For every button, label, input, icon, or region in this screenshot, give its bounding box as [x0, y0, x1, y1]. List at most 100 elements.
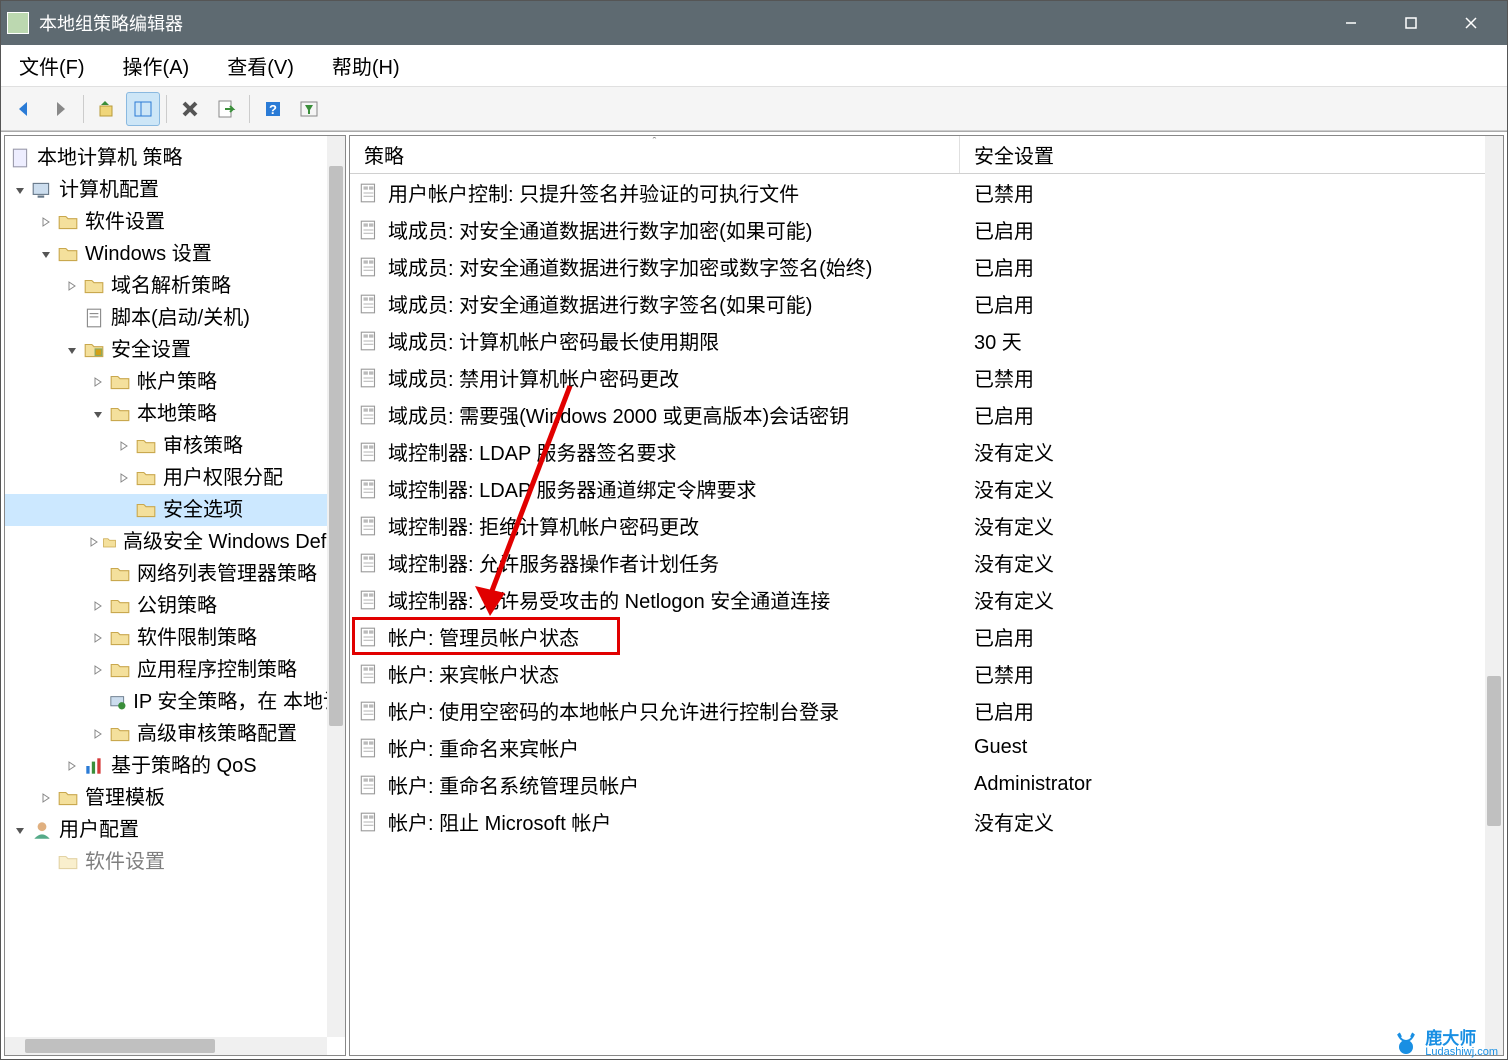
list-row[interactable]: 域成员: 禁用计算机帐户密码更改已禁用 — [350, 359, 1503, 396]
forward-button[interactable] — [43, 92, 77, 126]
list-row[interactable]: 帐户: 重命名系统管理员帐户Administrator — [350, 766, 1503, 803]
tree-computer-config[interactable]: 计算机配置 — [5, 174, 345, 206]
menu-help[interactable]: 帮助(H) — [324, 47, 408, 84]
list-body[interactable]: 用户帐户控制: 只提升签名并验证的可执行文件已禁用域成员: 对安全通道数据进行数… — [350, 174, 1503, 840]
back-button[interactable] — [7, 92, 41, 126]
collapse-icon[interactable] — [35, 248, 57, 260]
tree-local-policies[interactable]: 本地策略 — [5, 398, 345, 430]
policy-setting: 没有定义 — [960, 437, 1503, 466]
tree-app-control[interactable]: 应用程序控制策略 — [5, 654, 345, 686]
policy-name: 域控制器: LDAP 服务器通道绑定令牌要求 — [388, 474, 960, 503]
tree-horizontal-scrollbar[interactable] — [5, 1037, 327, 1055]
folder-icon — [109, 627, 131, 649]
tree-vertical-scrollbar[interactable] — [327, 136, 345, 1037]
policy-name: 帐户: 重命名系统管理员帐户 — [388, 770, 960, 799]
list-row[interactable]: 帐户: 重命名来宾帐户Guest — [350, 729, 1503, 766]
list-row[interactable]: 域成员: 需要强(Windows 2000 或更高版本)会话密钥已启用 — [350, 396, 1503, 433]
list-row[interactable]: 帐户: 使用空密码的本地帐户只允许进行控制台登录已启用 — [350, 692, 1503, 729]
minimize-button[interactable] — [1321, 1, 1381, 45]
policy-name: 帐户: 重命名来宾帐户 — [388, 733, 960, 762]
toolbar: ? — [1, 87, 1507, 131]
expand-icon[interactable] — [87, 664, 109, 676]
tree-public-key[interactable]: 公钥策略 — [5, 590, 345, 622]
list-row[interactable]: 域成员: 计算机帐户密码最长使用期限30 天 — [350, 322, 1503, 359]
tree-software-settings[interactable]: 软件设置 — [5, 206, 345, 238]
help-button[interactable]: ? — [256, 92, 290, 126]
script-icon — [83, 307, 105, 329]
list-row[interactable]: 用户帐户控制: 只提升签名并验证的可执行文件已禁用 — [350, 174, 1503, 211]
tree-account-policies[interactable]: 帐户策略 — [5, 366, 345, 398]
tree-pane: 本地计算机 策略 计算机配置 软件设置 Windows 设置 — [4, 135, 346, 1056]
list-row[interactable]: 域控制器: LDAP 服务器通道绑定令牌要求没有定义 — [350, 470, 1503, 507]
maximize-button[interactable] — [1381, 1, 1441, 45]
list-row[interactable]: 域控制器: LDAP 服务器签名要求没有定义 — [350, 433, 1503, 470]
policy-setting: 没有定义 — [960, 548, 1503, 577]
policy-item-icon — [358, 182, 380, 204]
list-row[interactable]: 域成员: 对安全通道数据进行数字加密(如果可能)已启用 — [350, 211, 1503, 248]
folder-lock-icon — [135, 435, 157, 457]
expand-icon[interactable] — [61, 760, 83, 772]
tree-advanced-windows[interactable]: 高级安全 Windows Defender 防火墙 — [5, 526, 345, 558]
folder-lock-icon — [135, 499, 157, 521]
tree-user-rights[interactable]: 用户权限分配 — [5, 462, 345, 494]
policy-name: 帐户: 管理员帐户状态 — [388, 622, 960, 651]
tree-root[interactable]: 本地计算机 策略 — [5, 142, 345, 174]
column-setting[interactable]: 安全设置 — [960, 136, 1503, 173]
tree-audit-policy[interactable]: 审核策略 — [5, 430, 345, 462]
delete-button[interactable] — [173, 92, 207, 126]
list-row[interactable]: 域成员: 对安全通道数据进行数字签名(如果可能)已启用 — [350, 285, 1503, 322]
expand-icon[interactable] — [113, 472, 135, 484]
menu-action[interactable]: 操作(A) — [115, 47, 198, 84]
tree-policy-qos[interactable]: 基于策略的 QoS — [5, 750, 345, 782]
filter-button[interactable] — [292, 92, 326, 126]
collapse-icon[interactable] — [9, 824, 31, 836]
policy-setting: 已禁用 — [960, 178, 1503, 207]
expand-icon[interactable] — [61, 280, 83, 292]
tree-windows-settings[interactable]: Windows 设置 — [5, 238, 345, 270]
tree-scripts[interactable]: 脚本(启动/关机) — [5, 302, 345, 334]
policy-name: 域控制器: LDAP 服务器签名要求 — [388, 437, 960, 466]
expand-icon[interactable] — [87, 376, 109, 388]
tree-network-list[interactable]: 网络列表管理器策略 — [5, 558, 345, 590]
collapse-icon[interactable] — [87, 408, 109, 420]
menu-file[interactable]: 文件(F) — [11, 47, 93, 84]
tree-software-restriction[interactable]: 软件限制策略 — [5, 622, 345, 654]
tree-dns-policy[interactable]: 域名解析策略 — [5, 270, 345, 302]
list-row[interactable]: 帐户: 管理员帐户状态已启用 — [350, 618, 1503, 655]
tree-user-software[interactable]: 软件设置 — [5, 846, 345, 878]
expand-icon[interactable] — [113, 440, 135, 452]
list-row[interactable]: 域控制器: 拒绝计算机帐户密码更改没有定义 — [350, 507, 1503, 544]
close-button[interactable] — [1441, 1, 1501, 45]
expand-icon[interactable] — [35, 216, 57, 228]
list-row[interactable]: 帐户: 来宾帐户状态已禁用 — [350, 655, 1503, 692]
policy-item-icon — [358, 774, 380, 796]
export-button[interactable] — [209, 92, 243, 126]
show-hide-tree-button[interactable] — [126, 92, 160, 126]
tree-security-options[interactable]: 安全选项 — [5, 494, 345, 526]
menu-view[interactable]: 查看(V) — [219, 47, 302, 84]
expand-icon[interactable] — [35, 792, 57, 804]
watermark-brand: 鹿大师 — [1425, 1030, 1498, 1047]
tree-admin-templates[interactable]: 管理模板 — [5, 782, 345, 814]
tree-security-settings[interactable]: 安全设置 — [5, 334, 345, 366]
list-vertical-scrollbar[interactable] — [1485, 136, 1503, 1055]
expand-icon[interactable] — [87, 632, 109, 644]
expand-icon[interactable] — [87, 600, 109, 612]
expand-icon[interactable] — [87, 728, 109, 740]
tree-ip-security[interactable]: IP 安全策略，在 本地计算机 — [5, 686, 345, 718]
up-button[interactable] — [90, 92, 124, 126]
list-row[interactable]: 域控制器: 允许服务器操作者计划任务没有定义 — [350, 544, 1503, 581]
policy-tree[interactable]: 本地计算机 策略 计算机配置 软件设置 Windows 设置 — [5, 136, 345, 1055]
expand-icon[interactable] — [87, 536, 102, 548]
column-policy[interactable]: 策略 ˆ — [350, 136, 960, 173]
list-row[interactable]: 帐户: 阻止 Microsoft 帐户没有定义 — [350, 803, 1503, 840]
tree-advanced-audit[interactable]: 高级审核策略配置 — [5, 718, 345, 750]
tree-user-config[interactable]: 用户配置 — [5, 814, 345, 846]
list-row[interactable]: 域成员: 对安全通道数据进行数字加密或数字签名(始终)已启用 — [350, 248, 1503, 285]
list-row[interactable]: 域控制器: 允许易受攻击的 Netlogon 安全通道连接没有定义 — [350, 581, 1503, 618]
policy-name: 域成员: 对安全通道数据进行数字签名(如果可能) — [388, 289, 960, 318]
menu-bar: 文件(F) 操作(A) 查看(V) 帮助(H) — [1, 45, 1507, 87]
collapse-icon[interactable] — [61, 344, 83, 356]
sort-indicator-icon: ˆ — [653, 136, 657, 148]
collapse-icon[interactable] — [9, 184, 31, 196]
